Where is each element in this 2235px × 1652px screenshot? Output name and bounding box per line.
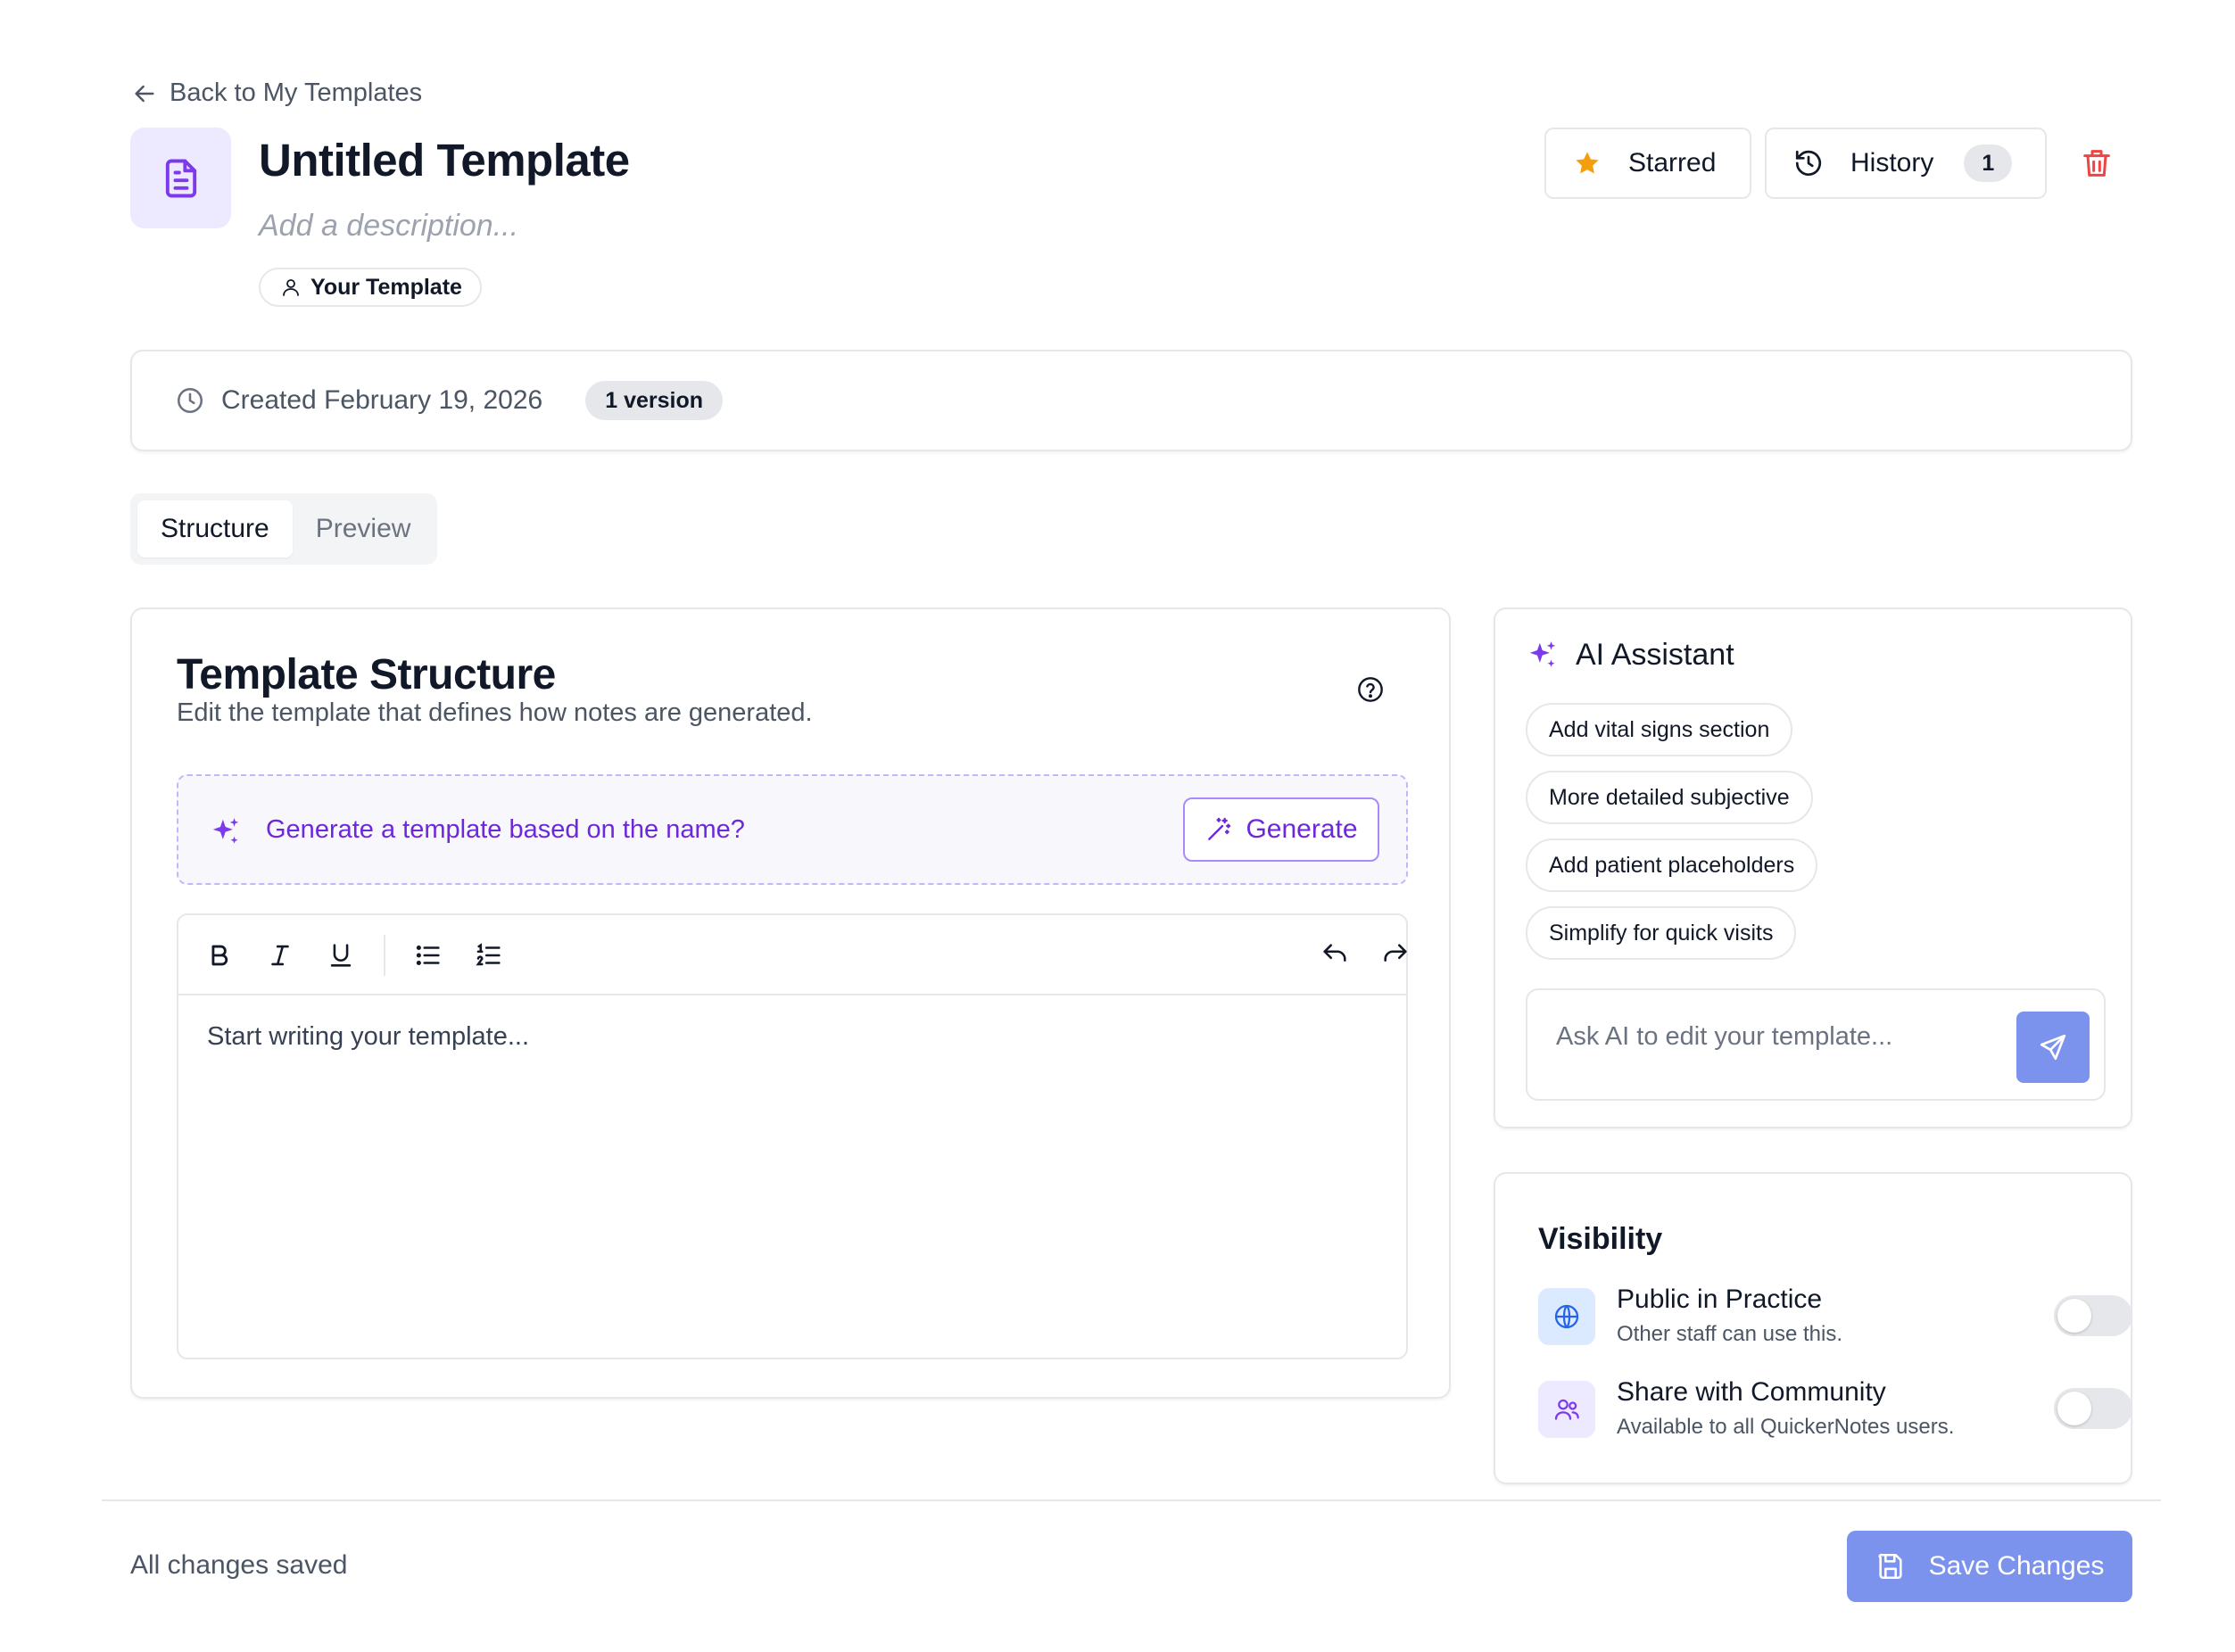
starred-button[interactable]: Starred (1544, 128, 1751, 199)
document-icon (165, 159, 196, 197)
visibility-option-community: Share with Community Available to all Qu… (1538, 1377, 2132, 1440)
globe-icon-badge (1538, 1288, 1595, 1345)
history-button[interactable]: History 1 (1765, 128, 2047, 199)
bullet-list-icon (416, 945, 440, 966)
suggestion-chip[interactable]: Add patient placeholders (1526, 838, 1818, 892)
generate-label: Generate (1246, 814, 1358, 844)
structure-subtitle: Edit the template that defines how notes… (177, 698, 813, 727)
public-toggle[interactable] (2054, 1295, 2132, 1336)
template-icon-badge (130, 128, 231, 228)
footer-divider (102, 1499, 2161, 1501)
save-status: All changes saved (130, 1550, 348, 1580)
undo-button[interactable] (1319, 939, 1351, 971)
template-info-bar: Created February 19, 2026 1 version (130, 350, 2132, 451)
users-icon (1554, 1399, 1579, 1420)
underline-button[interactable] (325, 939, 357, 971)
created-date: Created February 19, 2026 (221, 385, 543, 415)
tab-preview[interactable]: Preview (293, 500, 435, 558)
generate-button[interactable]: Generate (1183, 797, 1379, 862)
send-icon (2040, 1034, 2066, 1061)
save-changes-button[interactable]: Save Changes (1847, 1531, 2132, 1602)
public-option-name: Public in Practice (1617, 1284, 1823, 1314)
numbered-list-icon (476, 943, 501, 966)
send-button[interactable] (2016, 1012, 2090, 1083)
ai-prompt-input[interactable]: Ask AI to edit your template... (1526, 988, 2106, 1101)
user-icon (283, 279, 299, 296)
template-editor[interactable]: Start writing your template... (177, 913, 1408, 1359)
bullet-list-button[interactable] (412, 939, 444, 971)
suggestion-chip[interactable]: Simplify for quick visits (1526, 906, 1797, 960)
trash-icon[interactable] (2079, 145, 2115, 181)
star-icon (1576, 152, 1599, 174)
save-changes-label: Save Changes (1928, 1551, 2105, 1581)
italic-icon (271, 945, 289, 966)
public-option-desc: Other staff can use this. (1617, 1322, 1843, 1346)
visibility-title: Visibility (1538, 1222, 1663, 1256)
ai-assistant-title: AI Assistant (1576, 638, 1734, 672)
starred-label: Starred (1628, 148, 1717, 178)
redo-button[interactable] (1379, 939, 1411, 971)
arrow-left-icon (135, 85, 154, 102)
template-editor-page: Back to My Templates Untitled Template A… (0, 0, 2235, 1652)
generate-suggestion-box: Generate a template based on the name? G… (177, 774, 1408, 885)
back-link[interactable]: Back to My Templates (130, 78, 422, 108)
suggestion-chip[interactable]: More detailed subjective (1526, 771, 1813, 824)
users-icon-badge (1538, 1381, 1595, 1438)
underline-icon (330, 944, 352, 967)
sparkles-icon (1529, 640, 1556, 667)
italic-button[interactable] (264, 939, 296, 971)
bold-icon (211, 945, 228, 966)
undo-icon (1323, 944, 1346, 962)
tab-structure[interactable]: Structure (137, 500, 293, 558)
editor-toolbar (178, 915, 1407, 995)
save-icon (1878, 1553, 1902, 1580)
history-label: History (1850, 148, 1934, 178)
redo-icon (1384, 944, 1407, 962)
bold-button[interactable] (203, 939, 236, 971)
ai-assistant-card: AI Assistant Add vital signs section Mor… (1494, 607, 2132, 1128)
suggestion-chip[interactable]: Add vital signs section (1526, 703, 1793, 756)
toolbar-divider (384, 935, 385, 976)
visibility-option-public: Public in Practice Other staff can use t… (1538, 1284, 2132, 1347)
editor-placeholder[interactable]: Start writing your template... (207, 1022, 529, 1052)
numbered-list-button[interactable] (473, 939, 505, 971)
globe-icon (1554, 1304, 1579, 1329)
structure-title: Template Structure (177, 651, 556, 698)
history-count-badge: 1 (1964, 145, 2013, 182)
ai-assistant-header: AI Assistant (1526, 638, 1734, 673)
community-toggle[interactable] (2054, 1388, 2132, 1429)
version-badge: 1 version (585, 381, 724, 420)
sparkles-icon (212, 818, 239, 844)
back-link-label: Back to My Templates (170, 78, 423, 107)
template-structure-card: Template Structure Edit the template tha… (130, 607, 1451, 1399)
ai-prompt-placeholder: Ask AI to edit your template... (1556, 1022, 1893, 1051)
description-input[interactable]: Add a description... (259, 209, 518, 244)
help-circle-icon[interactable] (1356, 675, 1385, 704)
history-icon (1795, 150, 1822, 176)
view-tabs: Structure Preview (130, 493, 437, 565)
community-option-name: Share with Community (1617, 1377, 1886, 1407)
toggle-knob (2057, 1392, 2091, 1425)
owner-label: Your Template (310, 274, 462, 300)
visibility-card: Visibility Public in Practice Other staf… (1494, 1172, 2132, 1484)
community-option-desc: Available to all QuickerNotes users. (1617, 1415, 1955, 1439)
template-title[interactable]: Untitled Template (259, 134, 630, 186)
clock-icon (177, 387, 203, 414)
generate-prompt: Generate a template based on the name? (266, 815, 745, 844)
magic-wand-icon (1208, 817, 1231, 840)
toggle-knob (2057, 1299, 2091, 1333)
owner-badge: Your Template (259, 268, 482, 307)
